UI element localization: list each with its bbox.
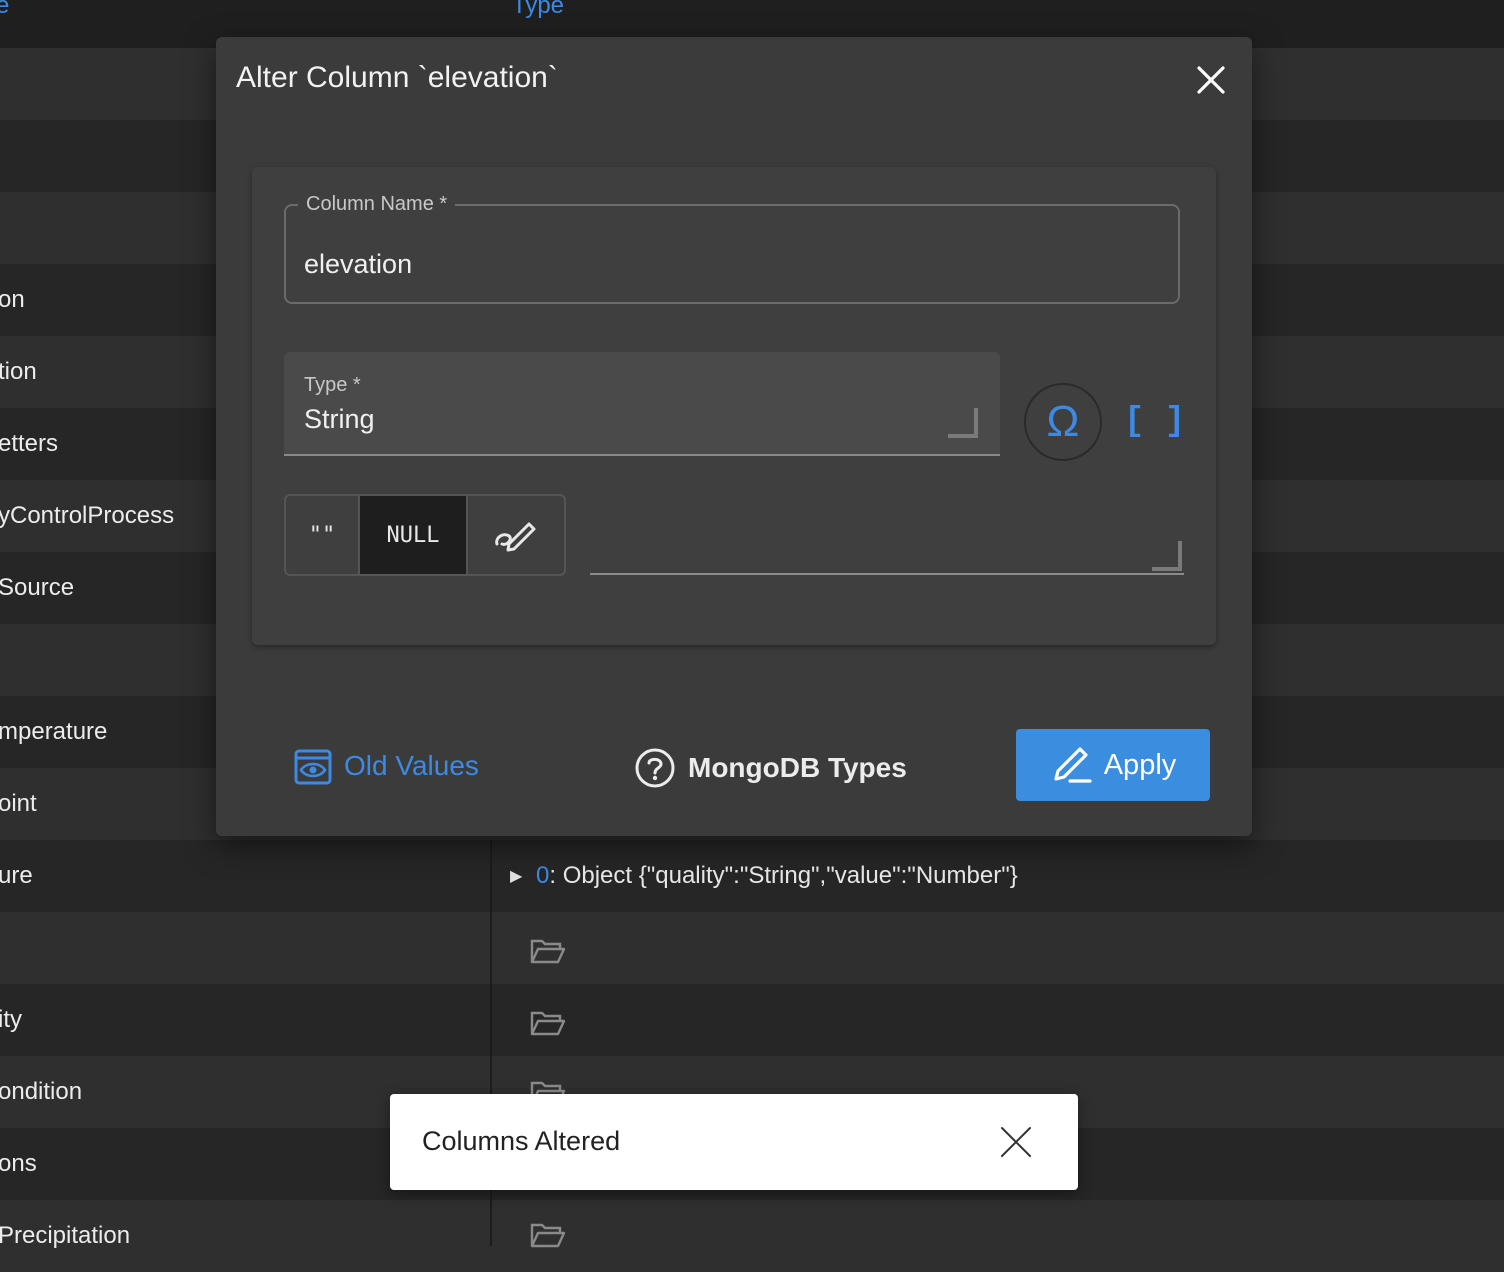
object-text: : Object {"quality":"String","value":"Nu… bbox=[549, 862, 1018, 889]
toast-message: Columns Altered bbox=[422, 1126, 621, 1156]
null-toggle[interactable]: NULL bbox=[360, 496, 468, 574]
apply-label: Apply bbox=[1103, 748, 1177, 781]
pen-link-icon bbox=[495, 522, 536, 552]
row-name: ity bbox=[0, 1006, 22, 1033]
object-index: 0 bbox=[536, 862, 550, 889]
alter-column-dialog: Alter Column `elevation` Column Name * e… bbox=[216, 37, 1252, 836]
row-name: ondition bbox=[0, 1078, 83, 1105]
table-row[interactable]: Precipitation bbox=[0, 1200, 1504, 1272]
table-row[interactable]: ity bbox=[0, 984, 1504, 1056]
folder-open-icon[interactable] bbox=[530, 938, 566, 964]
type-label: Type * bbox=[304, 374, 361, 396]
toast-notification: Columns Altered bbox=[390, 1094, 1078, 1190]
table-row[interactable] bbox=[0, 912, 1504, 984]
old-values-label: Old Values bbox=[344, 750, 479, 781]
apply-button[interactable]: Apply bbox=[1016, 729, 1210, 801]
empty-string-toggle[interactable]: "" bbox=[286, 496, 360, 574]
old-values-button[interactable]: Old Values bbox=[294, 747, 479, 785]
column-name-field[interactable]: Column Name * elevation bbox=[284, 193, 1180, 304]
edit-pen-icon bbox=[1054, 747, 1092, 783]
dialog-title: Alter Column `elevation` bbox=[236, 61, 558, 94]
row-name: etters bbox=[0, 430, 59, 457]
folder-open-icon[interactable] bbox=[530, 1010, 566, 1036]
type-value[interactable]: String bbox=[304, 404, 375, 435]
column-form-card: Column Name * elevation Type * String Ω … bbox=[252, 167, 1216, 645]
header-type[interactable]: Type bbox=[512, 0, 564, 20]
row-name: ons bbox=[0, 1150, 37, 1177]
default-value-toggle-group: "" NULL bbox=[284, 494, 566, 576]
row-name: on bbox=[0, 286, 25, 313]
column-name-value[interactable]: elevation bbox=[304, 249, 412, 280]
row-name: oint bbox=[0, 790, 37, 817]
resize-handle-icon[interactable] bbox=[1150, 539, 1182, 571]
column-name-label: Column Name * bbox=[298, 193, 456, 216]
default-value-input[interactable] bbox=[590, 533, 1184, 575]
expand-triangle-icon[interactable]: ▶ bbox=[510, 866, 522, 886]
resize-handle-icon[interactable] bbox=[946, 406, 978, 438]
row-name: tion bbox=[0, 358, 37, 385]
eye-icon bbox=[294, 749, 332, 785]
folder-open-icon[interactable] bbox=[530, 1222, 566, 1248]
custom-value-toggle[interactable] bbox=[468, 496, 564, 574]
row-name: ure bbox=[0, 862, 33, 889]
row-name: mperature bbox=[0, 718, 108, 745]
close-icon[interactable] bbox=[1194, 63, 1228, 97]
row-name: Source bbox=[0, 574, 75, 601]
omega-button[interactable]: Ω bbox=[1024, 383, 1102, 461]
close-icon[interactable] bbox=[998, 1124, 1034, 1160]
help-circle-icon bbox=[635, 748, 675, 788]
row-name: yControlProcess bbox=[0, 502, 175, 529]
mongodb-types-label: MongoDB Types bbox=[688, 752, 907, 783]
type-select[interactable]: Type * String bbox=[284, 352, 1000, 456]
array-toggle-button[interactable]: [ ] bbox=[1124, 403, 1185, 441]
object-value: 0: Object {"quality":"String","value":"N… bbox=[536, 862, 1018, 890]
header-name[interactable]: e bbox=[0, 0, 9, 20]
mongodb-types-button[interactable]: MongoDB Types bbox=[634, 747, 907, 789]
